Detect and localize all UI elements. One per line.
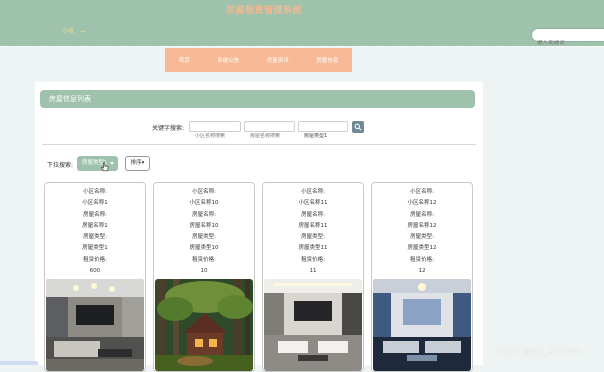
card-text: 小区名称: 小区名称1 房屋名称: 房屋名称1 房屋类型: 房屋类型1 租赁价格…	[45, 187, 145, 277]
rent-price: 600	[89, 268, 101, 275]
house-type: 房屋类型10	[189, 245, 219, 252]
price-label: 租赁价格:	[410, 256, 434, 263]
community-search-field[interactable]	[189, 121, 241, 139]
house-type: 房屋类型1	[82, 245, 108, 252]
type-search-input[interactable]	[299, 132, 347, 139]
house-card[interactable]: 小区名称: 小区名称10 房屋名称: 房屋名称10 房屋类型: 房屋类型10 租…	[153, 182, 255, 372]
header-divider	[0, 46, 604, 47]
rent-price: 10	[200, 268, 208, 275]
header-bar: 房屋租赁管理系统 小张 →	[0, 0, 604, 46]
community-label: 小区名称:	[410, 189, 434, 195]
rent-price: 12	[418, 268, 426, 275]
search-icon	[354, 123, 362, 131]
house-label: 房屋名称:	[83, 211, 107, 218]
community-name: 小区名称10	[189, 200, 219, 207]
house-name: 房屋名称10	[189, 222, 219, 229]
global-search-box[interactable]	[531, 28, 604, 46]
hand-pointer-icon	[101, 162, 109, 172]
horizontal-scrollbar[interactable]	[0, 361, 38, 365]
house-photo-modern-living-room[interactable]	[264, 279, 362, 371]
price-label: 租赁价格:	[192, 256, 216, 263]
house-card-grid: 小区名称: 小区名称1 房屋名称: 房屋名称1 房屋类型: 房屋类型1 租赁价格…	[44, 182, 474, 372]
house-photo-blue-living-room[interactable]	[373, 279, 471, 371]
house-search-input[interactable]	[245, 133, 294, 139]
house-search-field[interactable]	[244, 121, 295, 139]
keyword-search-row: 关键字搜索:	[35, 121, 483, 139]
house-label: 房屋名称:	[410, 211, 434, 218]
community-name: 小区名称11	[298, 200, 328, 207]
sort-button[interactable]: 排序▾	[125, 156, 150, 171]
house-card[interactable]: 小区名称: 小区名称12 房屋名称: 房屋名称12 房屋类型: 房屋类型12 租…	[371, 182, 473, 372]
house-photo-forest-cabin[interactable]	[155, 279, 253, 371]
house-card[interactable]: 小区名称: 小区名称11 房屋名称: 房屋名称11 房屋类型: 房屋类型11 租…	[262, 182, 364, 372]
house-card[interactable]: 小区名称: 小区名称1 房屋名称: 房屋名称1 房屋类型: 房屋类型1 租赁价格…	[44, 182, 146, 372]
card-text: 小区名称: 小区名称11 房屋名称: 房屋名称11 房屋类型: 房屋类型11 租…	[263, 187, 363, 277]
main-nav: 首页 系统公告 房屋资讯 房屋信息	[165, 48, 352, 72]
community-label: 小区名称:	[301, 189, 325, 195]
house-label: 房屋名称:	[192, 211, 216, 218]
house-name: 房屋名称1	[82, 222, 108, 229]
watermark: CSDN @MZ_ZXD001	[496, 347, 583, 356]
keyword-search-label: 关键字搜索:	[152, 125, 185, 132]
type-search-field[interactable]	[298, 121, 348, 139]
house-type: 房屋类型12	[407, 245, 437, 252]
dropdown-search-label: 下拉搜索:	[47, 162, 74, 169]
nav-item-house-info[interactable]: 房屋信息	[316, 56, 338, 64]
house-photo-living-room[interactable]	[46, 279, 144, 371]
type-label: 房屋类型:	[410, 234, 434, 241]
type-label: 房屋类型:	[301, 234, 325, 241]
nav-item-announcements[interactable]: 系统公告	[217, 56, 239, 64]
community-name: 小区名称1	[82, 200, 108, 207]
arrow-right-icon: →	[80, 28, 86, 35]
chevron-down-icon	[110, 162, 114, 165]
section-title: 房屋信息列表	[40, 90, 475, 108]
nav-item-home[interactable]: 首页	[179, 56, 190, 64]
dropdown-search-row: 下拉搜索: 房屋类型1 排序▾	[35, 156, 483, 172]
section-divider	[42, 144, 476, 145]
house-type-select[interactable]: 房屋类型1	[77, 156, 118, 172]
community-name: 小区名称12	[407, 200, 437, 207]
community-label: 小区名称:	[83, 189, 107, 195]
type-label: 房屋类型:	[83, 234, 107, 241]
community-search-input[interactable]	[190, 133, 240, 139]
community-label: 小区名称:	[192, 189, 216, 195]
user-menu[interactable]: 小张 →	[62, 26, 85, 35]
price-label: 租赁价格:	[83, 256, 107, 263]
rent-price: 11	[309, 268, 317, 275]
house-label: 房屋名称:	[301, 211, 325, 218]
house-type: 房屋类型11	[298, 245, 328, 252]
house-name: 房屋名称12	[407, 222, 437, 229]
user-name: 小张	[62, 28, 75, 35]
nav-item-house-news[interactable]: 房屋资讯	[267, 56, 289, 64]
content-panel: 房屋信息列表 关键字搜索: 下拉搜索: 房屋类型1 排序▾	[35, 82, 483, 372]
app-title: 房屋租赁管理系统	[226, 6, 303, 16]
search-button[interactable]	[352, 121, 364, 133]
house-name: 房屋名称11	[298, 222, 328, 229]
card-text: 小区名称: 小区名称12 房屋名称: 房屋名称12 房屋类型: 房屋类型12 租…	[372, 187, 472, 277]
card-text: 小区名称: 小区名称10 房屋名称: 房屋名称10 房屋类型: 房屋类型10 租…	[154, 187, 254, 277]
price-label: 租赁价格:	[301, 256, 325, 263]
type-label: 房屋类型:	[192, 234, 216, 241]
